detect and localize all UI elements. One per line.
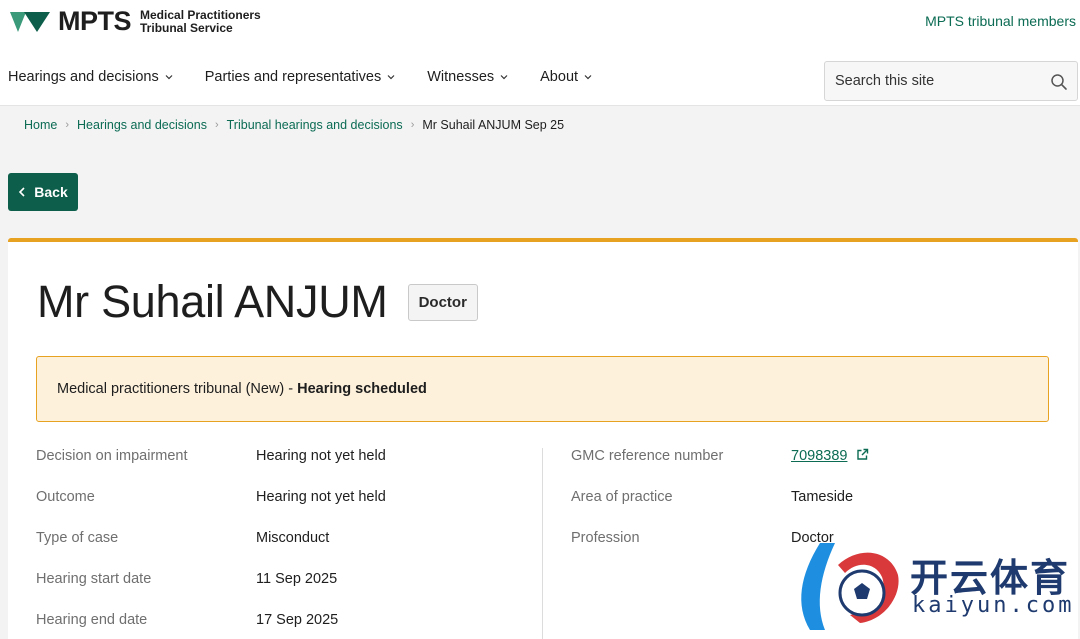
breadcrumb-home[interactable]: Home bbox=[24, 118, 57, 132]
detail-row: Hearing end date 17 Sep 2025 bbox=[36, 612, 541, 639]
logo-subtitle: Medical Practitioners Tribunal Service bbox=[140, 7, 280, 35]
watermark-logo: 开云体育 kaiyun.com bbox=[790, 535, 1080, 639]
chevron-down-icon bbox=[387, 75, 395, 80]
chevron-left-icon bbox=[19, 187, 25, 197]
column-divider bbox=[542, 448, 543, 639]
chevron-right-icon: › bbox=[65, 119, 70, 131]
details-left-column: Decision on impairment Hearing not yet h… bbox=[36, 448, 541, 639]
detail-value: Hearing not yet held bbox=[256, 448, 386, 464]
breadcrumb: Home › Hearings and decisions › Tribunal… bbox=[24, 118, 564, 132]
nav-item-about[interactable]: About bbox=[540, 69, 592, 85]
external-link-icon[interactable] bbox=[856, 448, 869, 461]
detail-row: Decision on impairment Hearing not yet h… bbox=[36, 448, 541, 489]
detail-value: Misconduct bbox=[256, 530, 330, 546]
status-value: Hearing scheduled bbox=[297, 381, 427, 397]
page-title: Mr Suhail ANJUM bbox=[37, 276, 388, 327]
mpts-logo-icon bbox=[10, 11, 50, 32]
site-header: MPTS Medical Practitioners Tribunal Serv… bbox=[0, 0, 1080, 106]
nav-item-parties[interactable]: Parties and representatives bbox=[205, 69, 396, 85]
breadcrumb-hearings[interactable]: Hearings and decisions bbox=[77, 118, 207, 132]
chevron-right-icon: › bbox=[410, 119, 415, 131]
search-box bbox=[824, 61, 1078, 101]
nav-item-label: Witnesses bbox=[427, 69, 495, 85]
watermark-ball-icon bbox=[801, 543, 899, 630]
search-input[interactable] bbox=[825, 73, 1035, 89]
role-badge: Doctor bbox=[407, 283, 478, 321]
status-prefix: Medical practitioners tribunal (New) - bbox=[57, 381, 298, 397]
chevron-down-icon bbox=[584, 75, 592, 80]
detail-label: Area of practice bbox=[571, 489, 673, 505]
gmc-reference-value: 7098389 bbox=[791, 448, 869, 464]
tribunal-members-link[interactable]: MPTS tribunal members bbox=[925, 13, 1076, 29]
breadcrumb-tribunal-hearings[interactable]: Tribunal hearings and decisions bbox=[227, 118, 403, 132]
detail-value: 17 Sep 2025 bbox=[256, 612, 339, 628]
detail-label: Type of case bbox=[36, 530, 119, 546]
nav-item-label: Parties and representatives bbox=[204, 69, 382, 85]
nav-item-label: Hearings and decisions bbox=[8, 69, 159, 85]
breadcrumb-current: Mr Suhail ANJUM Sep 25 bbox=[422, 118, 565, 132]
detail-label: Profession bbox=[571, 530, 640, 546]
detail-row: Hearing start date 11 Sep 2025 bbox=[36, 571, 541, 612]
nav-item-witnesses[interactable]: Witnesses bbox=[427, 69, 508, 85]
nav-item-hearings[interactable]: Hearings and decisions bbox=[8, 69, 173, 85]
chevron-right-icon: › bbox=[214, 119, 219, 131]
logo-wordmark: MPTS bbox=[58, 6, 132, 36]
detail-label: Decision on impairment bbox=[36, 448, 188, 464]
main-nav: Hearings and decisions Parties and repre… bbox=[8, 69, 624, 85]
detail-row: GMC reference number 7098389 bbox=[571, 448, 1051, 489]
detail-value: Tameside bbox=[791, 489, 854, 505]
chevron-down-icon bbox=[500, 75, 508, 80]
back-button-label: Back bbox=[34, 184, 68, 200]
search-icon[interactable] bbox=[1049, 72, 1069, 92]
detail-row: Outcome Hearing not yet held bbox=[36, 489, 541, 530]
title-row: Mr Suhail ANJUM Doctor bbox=[37, 276, 478, 328]
chevron-down-icon bbox=[165, 75, 173, 80]
back-button[interactable]: Back bbox=[8, 173, 78, 211]
detail-label: GMC reference number bbox=[571, 448, 724, 464]
detail-label: Outcome bbox=[36, 489, 95, 505]
detail-label: Hearing start date bbox=[36, 571, 152, 587]
watermark-subtext: kaiyun.com bbox=[912, 593, 1075, 618]
detail-value: 11 Sep 2025 bbox=[256, 571, 338, 587]
detail-label: Hearing end date bbox=[36, 612, 148, 628]
logo-subtitle-line1: Medical Practitioners bbox=[140, 7, 261, 22]
page: MPTS Medical Practitioners Tribunal Serv… bbox=[0, 0, 1080, 639]
nav-item-label: About bbox=[540, 69, 579, 85]
detail-value: Hearing not yet held bbox=[256, 489, 386, 505]
gmc-reference-link[interactable]: 7098389 bbox=[791, 448, 847, 464]
detail-row: Area of practice Tameside bbox=[571, 489, 1051, 530]
status-banner: Medical practitioners tribunal (New) - H… bbox=[36, 356, 1049, 422]
detail-row: Type of case Misconduct bbox=[36, 530, 541, 571]
logo-subtitle-line2: Tribunal Service bbox=[140, 20, 233, 35]
mpts-logo[interactable]: MPTS Medical Practitioners Tribunal Serv… bbox=[10, 8, 280, 35]
